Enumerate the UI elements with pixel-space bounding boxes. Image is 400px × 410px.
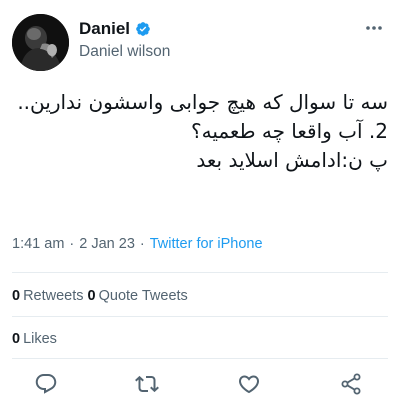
meta-separator: · bbox=[69, 236, 75, 252]
divider bbox=[12, 272, 388, 273]
verified-badge-icon bbox=[135, 21, 151, 37]
share-icon[interactable] bbox=[339, 372, 363, 396]
meta-separator: · bbox=[139, 236, 145, 252]
author-block: Daniel Daniel wilson bbox=[79, 18, 170, 61]
like-icon[interactable] bbox=[237, 372, 261, 396]
action-bar bbox=[0, 370, 400, 398]
tweet-detail: Daniel Daniel wilson سه تا سوال که هیچ ج… bbox=[0, 0, 400, 410]
retweet-stats[interactable]: 0 Retweets 0 Quote Tweets bbox=[12, 288, 188, 304]
reply-icon[interactable] bbox=[34, 372, 58, 396]
more-icon[interactable] bbox=[364, 20, 384, 36]
tweet-time[interactable]: 1:41 am bbox=[12, 236, 64, 252]
tweet-source-link[interactable]: Twitter for iPhone bbox=[150, 236, 263, 252]
tweet-meta: 1:41 am · 2 Jan 23 · Twitter for iPhone bbox=[12, 236, 263, 252]
likes-count: 0 bbox=[12, 331, 21, 347]
tweet-text: سه تا سوال که هیچ جوابی واسشون ندارین.. … bbox=[17, 90, 388, 172]
divider bbox=[12, 316, 388, 317]
like-stats[interactable]: 0 Likes bbox=[12, 331, 57, 347]
avatar[interactable] bbox=[12, 14, 69, 71]
quotes-label: Quote Tweets bbox=[98, 288, 188, 304]
retweets-label: Retweets bbox=[23, 288, 84, 304]
tweet-date[interactable]: 2 Jan 23 bbox=[79, 236, 135, 252]
author-handle[interactable]: Daniel wilson bbox=[79, 43, 170, 61]
quotes-count: 0 bbox=[87, 288, 96, 304]
divider bbox=[12, 358, 388, 359]
likes-label: Likes bbox=[23, 331, 57, 347]
retweet-icon[interactable] bbox=[135, 372, 159, 396]
retweets-count: 0 bbox=[12, 288, 21, 304]
author-display-name[interactable]: Daniel bbox=[79, 19, 130, 39]
avatar-photo bbox=[12, 14, 69, 71]
